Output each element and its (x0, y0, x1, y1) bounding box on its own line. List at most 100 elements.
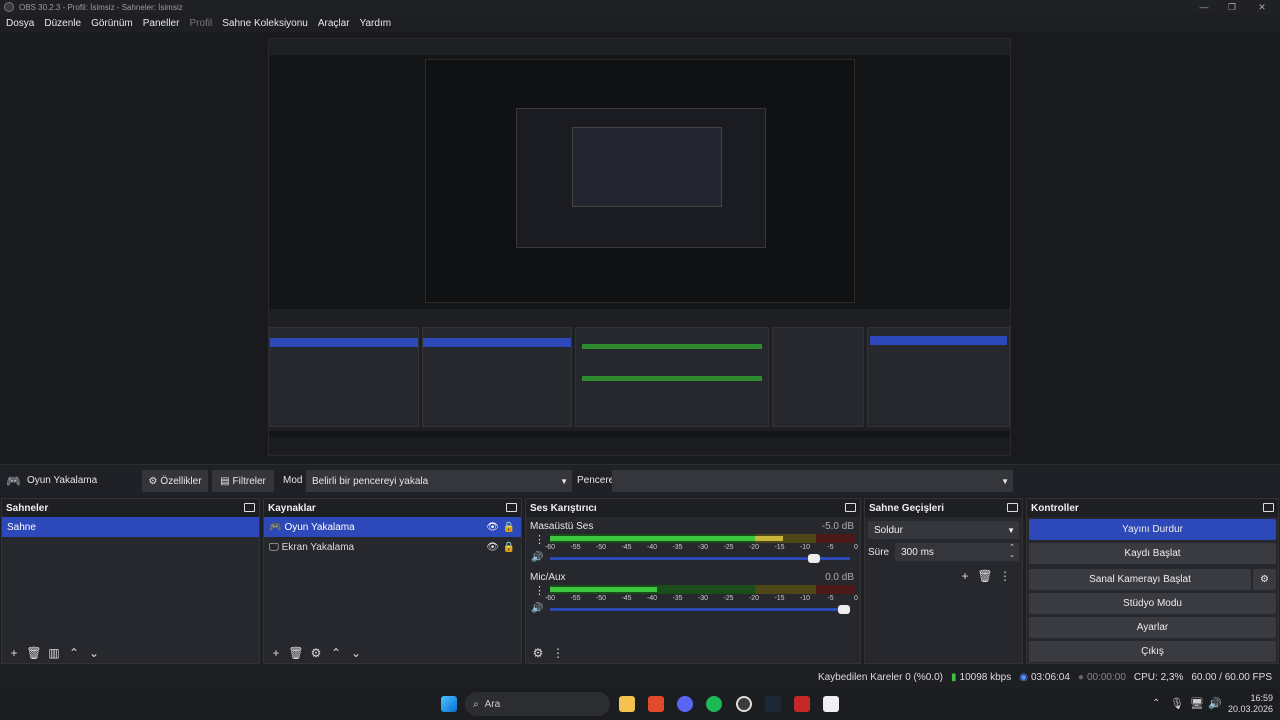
scene-item[interactable]: Sahne (2, 517, 259, 537)
chevron-up-icon[interactable]: ⌃ (66, 646, 82, 660)
gear-icon: ⚙ (148, 475, 158, 487)
spinner-icon[interactable]: ⌃ ⌄ (1009, 544, 1015, 560)
menu-help[interactable]: Yardım (360, 18, 392, 29)
menu-edit[interactable]: Düzenle (44, 18, 81, 29)
undock-icon[interactable] (845, 503, 856, 512)
volume-slider[interactable] (550, 554, 850, 563)
more-icon[interactable]: ⋮ (550, 646, 566, 660)
microphone-icon[interactable]: 🎙 (1170, 697, 1184, 710)
spotify-icon[interactable] (706, 696, 722, 712)
start-virtual-camera-button[interactable]: Sanal Kamerayı Başlat (1029, 569, 1251, 590)
gear-icon[interactable]: ⚙ (308, 646, 324, 660)
undock-icon[interactable] (506, 503, 517, 512)
chevron-down-icon[interactable]: ⌄ (86, 646, 102, 660)
start-recording-button[interactable]: Kaydı Başlat (1029, 543, 1276, 564)
advanced-audio-icon[interactable]: ⚙ (530, 646, 546, 660)
steam-icon[interactable] (765, 696, 781, 712)
speaker-icon[interactable]: 🔊 (531, 552, 543, 563)
more-icon[interactable]: ⋮ (997, 569, 1013, 583)
volume-slider[interactable] (550, 605, 850, 614)
chevron-down-icon: ▼ (560, 476, 568, 486)
undock-icon[interactable] (1007, 503, 1018, 512)
mode-select[interactable]: Belirli bir pencereyi yakala ▼ (306, 470, 572, 492)
app-icon[interactable] (823, 696, 839, 712)
stop-streaming-button[interactable]: Yayını Durdur (1029, 519, 1276, 540)
window-label: Pencere (577, 475, 615, 486)
duration-row: Süre 300 ms ⌃ ⌄ (868, 543, 1019, 561)
properties-button[interactable]: ⚙ Özellikler (142, 470, 208, 492)
undock-icon[interactable] (1263, 503, 1274, 512)
scale-tick: -20 (748, 595, 760, 602)
menu-profile[interactable]: Profil (189, 18, 212, 29)
duration-input[interactable]: 300 ms ⌃ ⌄ (895, 543, 1019, 561)
menu-scene-collection[interactable]: Sahne Koleksiyonu (222, 18, 308, 29)
close-button[interactable]: ✕ (1248, 0, 1276, 14)
discord-icon[interactable] (677, 696, 693, 712)
filters-button[interactable]: ▤ Filtreler (212, 470, 274, 492)
brave-browser-icon[interactable] (648, 696, 664, 712)
nested-meter (582, 376, 762, 381)
scale-tick: 0 (854, 595, 858, 602)
exit-button[interactable]: Çıkış (1029, 641, 1276, 662)
mixer-footer: ⚙ ⋮ (526, 643, 860, 663)
trash-icon[interactable]: 🗑 (288, 646, 304, 660)
bitrate: 10098 kbps (959, 671, 1012, 683)
scale-tick: -40 (646, 595, 658, 602)
window-select[interactable]: ▼ (612, 470, 1013, 492)
mixer-channel: Mic/Aux 0.0 dB ⋮ 🔊 -60 -55 -50 -45 -40 -35 -30 -25-… (526, 570, 860, 619)
trash-icon[interactable]: 🗑 (26, 646, 42, 660)
obs-taskbar-icon[interactable] (736, 696, 752, 712)
chevron-down-icon[interactable]: ⌄ (348, 646, 364, 660)
sources-footer: + 🗑 ⚙ ⌃ ⌄ (264, 643, 521, 663)
speaker-icon[interactable]: 🔊 (1208, 697, 1222, 710)
source-item[interactable]: 🎮 Oyun Yakalama 👁 🔒 (264, 517, 521, 537)
meter-scale: -60 -55 -50 -45 -40 -35 -30 -25 -20 -15 -10 -5 0 (545, 595, 858, 605)
trash-icon[interactable]: 🗑 (977, 569, 993, 583)
taskbar-search[interactable]: ⌕ Ara (465, 692, 610, 716)
menu-file[interactable]: Dosya (6, 18, 34, 29)
menu-docks[interactable]: Paneller (143, 18, 180, 29)
filter-icon[interactable]: ▥ (46, 646, 62, 660)
volume-knob[interactable] (808, 554, 820, 563)
chevron-up-icon[interactable]: ⌃ (1152, 698, 1160, 709)
chevron-down-icon: ▼ (1001, 476, 1009, 486)
clock[interactable]: 16:59 20.03.2026 (1227, 693, 1273, 715)
gear-icon: ⚙ (1260, 574, 1269, 585)
signal-icon: ▮ (951, 671, 957, 683)
app-icon[interactable] (794, 696, 810, 712)
windows-start-icon[interactable] (441, 696, 457, 712)
eye-icon[interactable]: 👁 (486, 542, 499, 553)
add-icon[interactable]: + (957, 569, 973, 583)
scale-tick: -45 (621, 595, 632, 602)
file-explorer-icon[interactable] (619, 696, 635, 712)
menu-view[interactable]: Görünüm (91, 18, 133, 29)
undock-icon[interactable] (244, 503, 255, 512)
preview-canvas[interactable] (0, 32, 1280, 464)
virtual-camera-settings-button[interactable]: ⚙ (1253, 569, 1276, 590)
maximize-button[interactable]: ❐ (1218, 0, 1246, 14)
scale-tick: -50 (595, 595, 607, 602)
transition-select[interactable]: Soldur ▼ (868, 521, 1019, 539)
eye-icon[interactable]: 👁 (486, 522, 499, 533)
menu-tools[interactable]: Araçlar (318, 18, 350, 29)
network-icon[interactable]: 🖥 (1190, 697, 1204, 710)
lock-icon[interactable]: 🔒 (503, 522, 515, 533)
add-icon[interactable]: + (6, 646, 22, 660)
speaker-icon[interactable]: 🔊 (531, 603, 543, 614)
volume-knob[interactable] (838, 605, 850, 614)
minimize-button[interactable]: — (1190, 0, 1218, 14)
more-icon[interactable]: ⋮ (534, 533, 545, 546)
scale-tick: -35 (672, 544, 683, 551)
window-title: OBS 30.2.3 - Profil: İsimsiz - Sahneler:… (19, 2, 183, 12)
scale-tick: -40 (646, 544, 658, 551)
lock-icon[interactable]: 🔒 (503, 542, 515, 553)
more-icon[interactable]: ⋮ (534, 584, 545, 597)
scenes-footer: + 🗑 ▥ ⌃ ⌄ (2, 643, 259, 663)
add-icon[interactable]: + (268, 646, 284, 660)
monitor-icon: 🖵 (269, 541, 279, 553)
source-item[interactable]: 🖵 Ekran Yakalama 👁 🔒 (264, 537, 521, 557)
meter-level (755, 536, 783, 541)
studio-mode-button[interactable]: Stüdyo Modu (1029, 593, 1276, 614)
chevron-up-icon[interactable]: ⌃ (328, 646, 344, 660)
settings-button[interactable]: Ayarlar (1029, 617, 1276, 638)
